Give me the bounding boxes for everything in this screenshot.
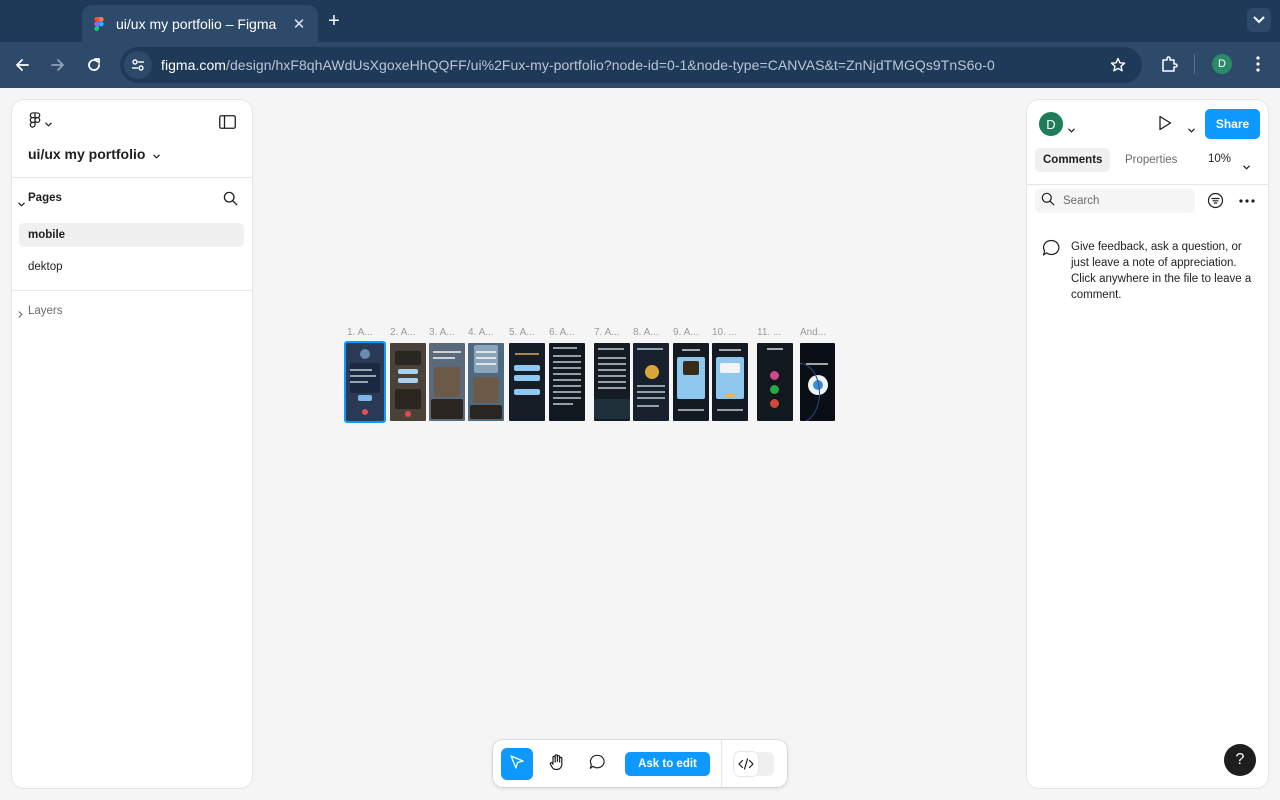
frame-label: 10. ... [712, 327, 738, 338]
extensions-icon[interactable] [1158, 53, 1180, 75]
tab-properties[interactable]: Properties [1117, 148, 1185, 172]
page-item-dektop[interactable]: dektop [19, 255, 244, 279]
frame-label: 8. A... [633, 327, 659, 338]
comments-empty-message: Give feedback, ask a question, or just l… [1071, 241, 1252, 301]
frame-label: 4. A... [468, 327, 494, 338]
file-name-button[interactable]: ui/ux my portfolio [28, 146, 161, 162]
tab-close-icon[interactable]: ✕ [290, 15, 308, 33]
browser-tab[interactable]: ui/ux my portfolio – Figma ✕ [82, 5, 318, 42]
toggle-sidebar-icon[interactable] [219, 115, 237, 131]
comment-bubble-icon [589, 754, 606, 775]
filter-icon[interactable] [1207, 192, 1224, 214]
page-item-label: dektop [28, 261, 63, 273]
profile-avatar[interactable]: D [1212, 54, 1232, 74]
cursor-arrow-icon [509, 754, 525, 775]
figma-logo-icon [29, 112, 41, 134]
url-host: figma.com [161, 57, 227, 73]
tab-title: ui/ux my portfolio – Figma [116, 15, 277, 32]
more-horizontal-icon[interactable] [1237, 192, 1257, 210]
frame-thumbnail[interactable] [344, 341, 386, 423]
reload-icon[interactable] [82, 53, 106, 77]
chevron-down-icon [153, 146, 161, 162]
comment-tool-button[interactable] [581, 748, 613, 780]
zoom-level[interactable]: 10% [1208, 153, 1231, 165]
frame-label: And... [800, 327, 827, 338]
frame-thumbnail[interactable] [594, 343, 630, 421]
page-item-label: mobile [28, 229, 66, 241]
frame-thumbnail[interactable] [390, 343, 426, 421]
frame-label: 3. A... [429, 327, 455, 338]
right-panel: D Share Comments Properties 10% Give fee… [1027, 100, 1268, 788]
site-info-icon[interactable] [124, 51, 152, 79]
user-avatar[interactable]: D [1039, 112, 1063, 136]
browser-toolbar: figma.com/design/hxF8qhAWdUsXgoxeHhQQFF/… [0, 42, 1280, 88]
bookmark-star-icon[interactable] [1108, 55, 1128, 75]
browser-tab-bar: ui/ux my portfolio – Figma ✕ + [0, 0, 1280, 42]
frame-thumbnail[interactable] [633, 343, 669, 421]
frame-thumbnail[interactable] [800, 343, 835, 421]
code-icon [734, 752, 758, 776]
left-panel: ui/ux my portfolio Pages mobile dektop L… [12, 100, 252, 788]
toolbar-divider [1194, 54, 1195, 74]
chevron-down-icon[interactable] [18, 194, 25, 212]
tab-search-icon[interactable] [1247, 8, 1271, 32]
frame-label: 6. A... [549, 327, 575, 338]
chevron-right-icon[interactable] [18, 306, 23, 324]
frame-label: 7. A... [594, 327, 620, 338]
chevron-down-icon [45, 114, 52, 132]
frame-thumbnail[interactable] [673, 343, 709, 421]
comment-bubble-icon [1042, 239, 1061, 262]
forward-arrow-icon[interactable] [46, 53, 70, 77]
bottom-toolbar: Ask to edit [493, 740, 787, 787]
url-path: /design/hxF8qhAWdUsXgoxeHhQQFF/ui%2Fux-m… [226, 57, 995, 73]
panel-divider [1027, 184, 1268, 185]
share-button[interactable]: Share [1205, 109, 1260, 139]
chevron-down-icon[interactable] [1188, 120, 1195, 138]
tab-comments[interactable]: Comments [1035, 148, 1111, 172]
pages-section-header[interactable]: Pages [12, 188, 252, 210]
main-menu-button[interactable] [29, 112, 52, 134]
frame-thumbnail[interactable] [468, 343, 504, 421]
frame-label: 9. A... [673, 327, 699, 338]
frame-thumbnail[interactable] [509, 343, 545, 421]
toolbar-divider [721, 740, 722, 787]
page-item-mobile[interactable]: mobile [19, 223, 244, 247]
file-name: ui/ux my portfolio [28, 146, 146, 162]
ask-to-edit-button[interactable]: Ask to edit [625, 752, 710, 776]
search-icon[interactable] [223, 191, 238, 211]
layers-section-header[interactable]: Layers [12, 301, 252, 321]
url-text: figma.com/design/hxF8qhAWdUsXgoxeHhQQFF/… [161, 57, 995, 73]
chevron-down-icon[interactable] [1243, 157, 1250, 175]
figma-favicon-icon [92, 16, 106, 31]
frame-label: 5. A... [509, 327, 535, 338]
frame-thumbnail[interactable] [429, 343, 465, 421]
address-bar[interactable]: figma.com/design/hxF8qhAWdUsXgoxeHhQQFF/… [120, 47, 1142, 83]
help-button[interactable]: ? [1224, 744, 1256, 776]
search-input[interactable] [1063, 195, 1183, 207]
frame-label: 1. A... [347, 327, 373, 338]
comment-search[interactable] [1035, 189, 1195, 213]
back-arrow-icon[interactable] [10, 53, 34, 77]
move-tool-button[interactable] [501, 748, 533, 780]
frame-label: 11. ... [757, 327, 782, 338]
frame-thumbnail[interactable] [757, 343, 793, 421]
frame-thumbnail[interactable] [712, 343, 748, 421]
pages-label: Pages [28, 192, 62, 204]
hand-icon [548, 753, 566, 776]
hand-tool-button[interactable] [541, 748, 573, 780]
dev-mode-toggle[interactable] [734, 752, 774, 776]
left-panel-header: ui/ux my portfolio [12, 100, 252, 178]
present-play-icon[interactable] [1158, 115, 1172, 136]
chevron-down-icon[interactable] [1068, 120, 1075, 138]
panel-divider [12, 290, 252, 291]
new-tab-button[interactable]: + [323, 10, 345, 32]
search-icon [1041, 192, 1055, 211]
frame-thumbnail[interactable] [549, 343, 585, 421]
more-vertical-icon[interactable] [1247, 53, 1269, 75]
layers-label: Layers [28, 305, 63, 317]
frame-label: 2. A... [390, 327, 416, 338]
